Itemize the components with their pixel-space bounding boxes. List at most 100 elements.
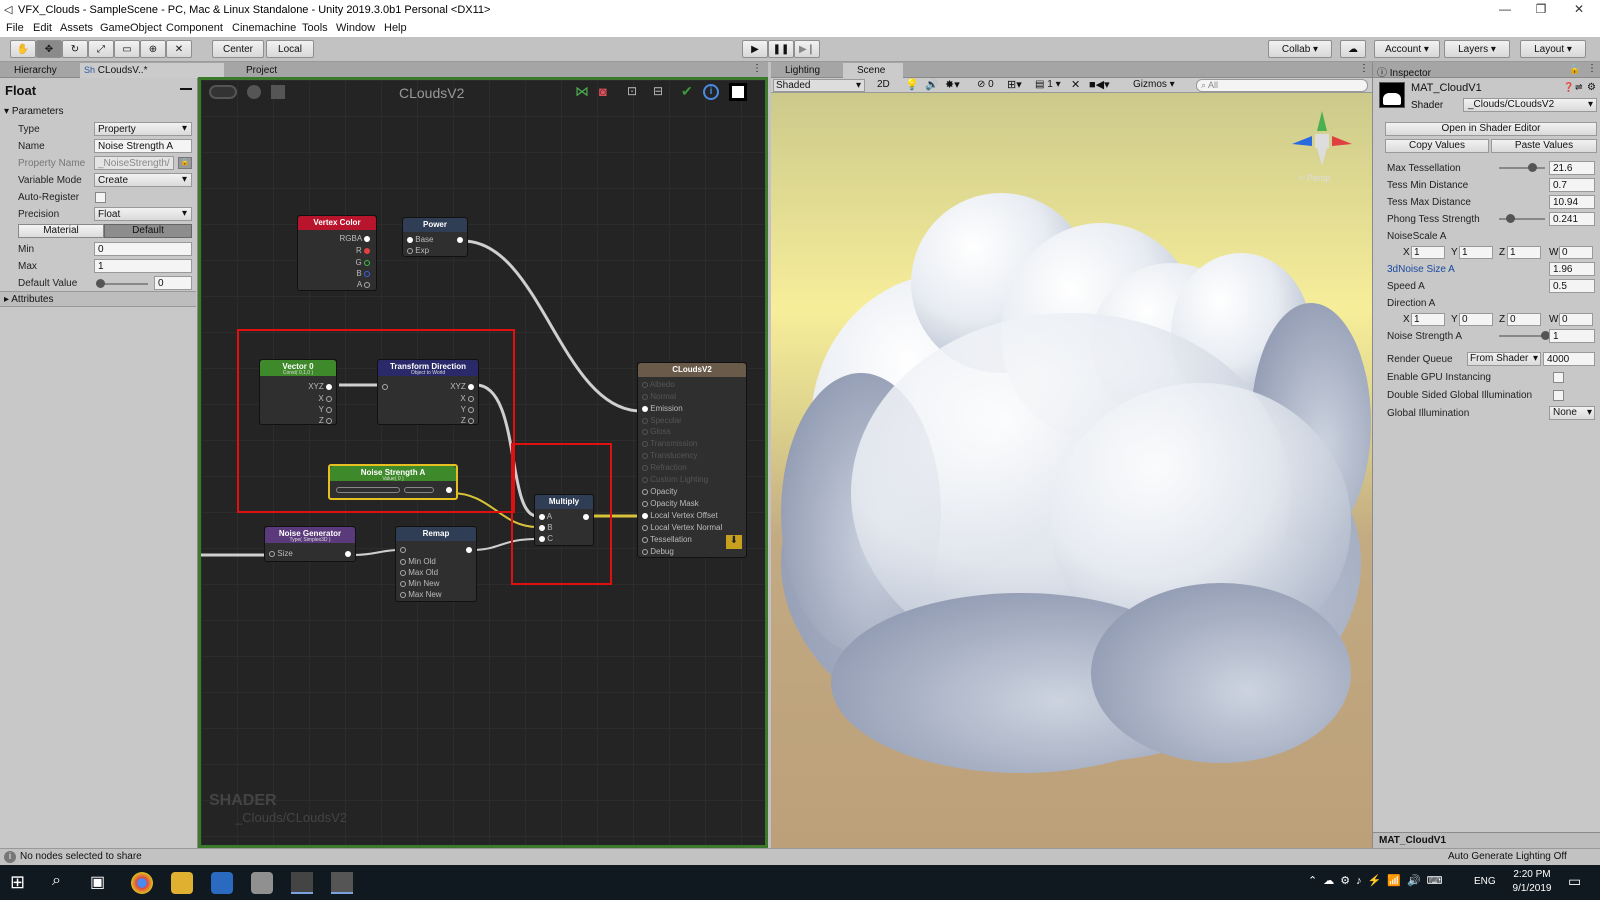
port-local-vertex-normal[interactable]: Local Vertex Normal xyxy=(642,523,722,532)
camera-settings-icon[interactable]: ■◀▾ xyxy=(1089,78,1110,91)
language-indicator[interactable]: ENG xyxy=(1474,876,1496,887)
collapse-icon[interactable] xyxy=(180,88,192,90)
menu-edit[interactable]: Edit xyxy=(33,22,52,34)
port-max-old[interactable]: Max Old xyxy=(400,568,438,577)
port-local-vertex-offset[interactable]: Local Vertex Offset xyxy=(642,511,718,520)
menu-gameobject[interactable]: GameObject xyxy=(100,22,162,34)
name-input[interactable]: Noise Strength A xyxy=(94,139,192,153)
node-noise-generator[interactable]: Noise Generator Type( Simplex3D ) Size xyxy=(264,526,356,562)
port-normal[interactable]: Normal xyxy=(642,392,676,401)
direction-w-input[interactable]: 0 xyxy=(1559,313,1593,326)
port-transform-xyz[interactable]: XYZ xyxy=(450,382,474,391)
port-transmission[interactable]: Transmission xyxy=(642,439,697,448)
paste-values-button[interactable]: Paste Values xyxy=(1491,139,1597,153)
play-button[interactable]: ▶ xyxy=(742,40,768,58)
port-mul-a[interactable]: A xyxy=(539,512,552,521)
max-input[interactable]: 1 xyxy=(94,259,192,273)
global-illumination-dropdown[interactable]: None ▾ xyxy=(1549,406,1595,420)
shader-graph-canvas[interactable]: CLoudsV2 ⋈ ◙ ⊡ ⊟ ✔ i Vertex Color RGBA R… xyxy=(198,77,768,848)
port-multiply-out[interactable] xyxy=(583,514,589,520)
menu-help[interactable]: Help xyxy=(384,22,407,34)
layer-count[interactable]: ▤ 1 ▾ xyxy=(1035,79,1061,90)
default-slider-knob[interactable] xyxy=(96,279,105,288)
noise-strength-field[interactable] xyxy=(404,487,434,493)
custom-tool-icon[interactable]: ✕ xyxy=(166,40,192,58)
max-tessellation-input[interactable]: 21.6 xyxy=(1549,161,1595,175)
port-albedo[interactable]: Albedo xyxy=(642,380,675,389)
port-mul-c[interactable]: C xyxy=(539,534,553,543)
variable-mode-dropdown[interactable]: Create xyxy=(94,173,192,187)
noise-scale-z-input[interactable]: 1 xyxy=(1507,246,1541,259)
clock-time[interactable]: 2:20 PM xyxy=(1508,869,1556,880)
close-button[interactable]: ✕ xyxy=(1562,2,1596,16)
render-queue-dropdown[interactable]: From Shader ▾ xyxy=(1467,352,1541,366)
menu-cinemachine[interactable]: Cinemachine xyxy=(232,22,296,34)
default-value-slider[interactable] xyxy=(96,279,148,288)
notifications-icon[interactable]: ▭ xyxy=(1568,873,1581,890)
search-icon[interactable]: ⌕ xyxy=(52,872,61,890)
property-name-input[interactable]: _NoiseStrength/ xyxy=(94,156,174,170)
port-vector-y[interactable]: Y xyxy=(319,405,332,414)
orientation-gizmo-icon[interactable] xyxy=(1287,106,1357,176)
layout-dropdown[interactable]: Layout ▾ xyxy=(1520,40,1586,58)
preset-icon[interactable]: ⇌ xyxy=(1575,82,1583,93)
port-vector-xyz[interactable]: XYZ xyxy=(308,382,332,391)
tab-menu-icon[interactable]: ⋮ xyxy=(752,63,762,74)
tess-min-input[interactable]: 0.7 xyxy=(1549,178,1595,192)
inspector-menu-icon[interactable]: ⋮ xyxy=(1587,63,1597,74)
noise-scale-w-input[interactable]: 0 xyxy=(1559,246,1593,259)
precision-dropdown[interactable]: Float xyxy=(94,207,192,221)
hand-tool-icon[interactable]: ✋ xyxy=(10,40,36,58)
move-tool-icon[interactable]: ✥ xyxy=(36,40,62,58)
unity-taskbar-icon[interactable] xyxy=(291,872,313,894)
attributes-foldout[interactable]: ▸ Attributes xyxy=(0,291,196,307)
maximize-button[interactable]: ❐ xyxy=(1524,2,1558,16)
direction-y-input[interactable]: 0 xyxy=(1459,313,1493,326)
scale-tool-icon[interactable]: ⤢ xyxy=(88,40,114,58)
port-b[interactable]: B xyxy=(356,269,370,278)
node-vertex-color[interactable]: Vertex Color RGBA R G B A xyxy=(297,215,377,291)
render-queue-input[interactable]: 4000 xyxy=(1543,352,1595,366)
audio-toggle-icon[interactable]: 🔊 xyxy=(925,78,939,91)
direction-x-input[interactable]: 1 xyxy=(1411,313,1445,326)
save-download-icon[interactable]: ⬇ xyxy=(726,535,742,549)
port-min-old[interactable]: Min Old xyxy=(400,557,436,566)
port-tessellation[interactable]: Tessellation xyxy=(642,535,692,544)
auto-register-checkbox[interactable] xyxy=(95,192,106,203)
tools-icon[interactable]: ✕ xyxy=(1071,78,1080,91)
remote-app-icon[interactable] xyxy=(331,872,353,894)
scene-tab-menu-icon[interactable]: ⋮ xyxy=(1359,63,1369,74)
task-view-icon[interactable]: ▣ xyxy=(90,872,105,892)
menu-file[interactable]: File xyxy=(6,22,24,34)
default-value-input[interactable]: 0 xyxy=(154,276,192,290)
tab-shader-editor[interactable]: Sh CLoudsV..* xyxy=(80,63,224,78)
node-vector0[interactable]: Vector 0 Const( 0,1,0 ) XYZ X Y Z xyxy=(259,359,337,425)
phong-slider[interactable] xyxy=(1499,214,1545,223)
port-vector-z[interactable]: Z xyxy=(319,416,332,425)
effects-icon[interactable]: ✸▾ xyxy=(945,78,960,91)
node-power[interactable]: Power Base Exp xyxy=(402,217,468,257)
open-shader-editor-button[interactable]: Open in Shader Editor xyxy=(1385,122,1597,136)
noise-strength-slider[interactable] xyxy=(336,487,400,493)
cloud-icon[interactable]: ☁ xyxy=(1340,40,1366,58)
max-tessellation-slider[interactable] xyxy=(1499,163,1545,172)
lock-icon[interactable]: 🔒 xyxy=(178,157,192,169)
port-transform-z[interactable]: Z xyxy=(461,416,474,425)
port-base[interactable]: Base xyxy=(407,235,433,244)
port-opacity-mask[interactable]: Opacity Mask xyxy=(642,499,699,508)
shader-dropdown[interactable]: _Clouds/CLoudsV2 ▾ xyxy=(1463,98,1597,112)
port-size[interactable]: Size xyxy=(269,549,293,558)
transform-tool-icon[interactable]: ⊕ xyxy=(140,40,166,58)
node-noise-strength-a[interactable]: Noise Strength A Value( 0 ) xyxy=(328,464,458,500)
hidden-count[interactable]: ⊘ 0 xyxy=(977,79,994,90)
port-translucency[interactable]: Translucency xyxy=(642,451,697,460)
settings-gear-icon[interactable]: ⚙ xyxy=(1587,82,1596,93)
port-exp[interactable]: Exp xyxy=(407,246,429,255)
copy-values-button[interactable]: Copy Values xyxy=(1385,139,1489,153)
node-remap[interactable]: Remap Min Old Max Old Min New Max New xyxy=(395,526,477,602)
port-min-new[interactable]: Min New xyxy=(400,579,439,588)
double-sided-checkbox[interactable] xyxy=(1553,390,1564,401)
port-transform-y[interactable]: Y xyxy=(461,405,474,414)
scene-viewport[interactable]: < Persp xyxy=(771,78,1372,848)
type-dropdown[interactable]: Property xyxy=(94,122,192,136)
